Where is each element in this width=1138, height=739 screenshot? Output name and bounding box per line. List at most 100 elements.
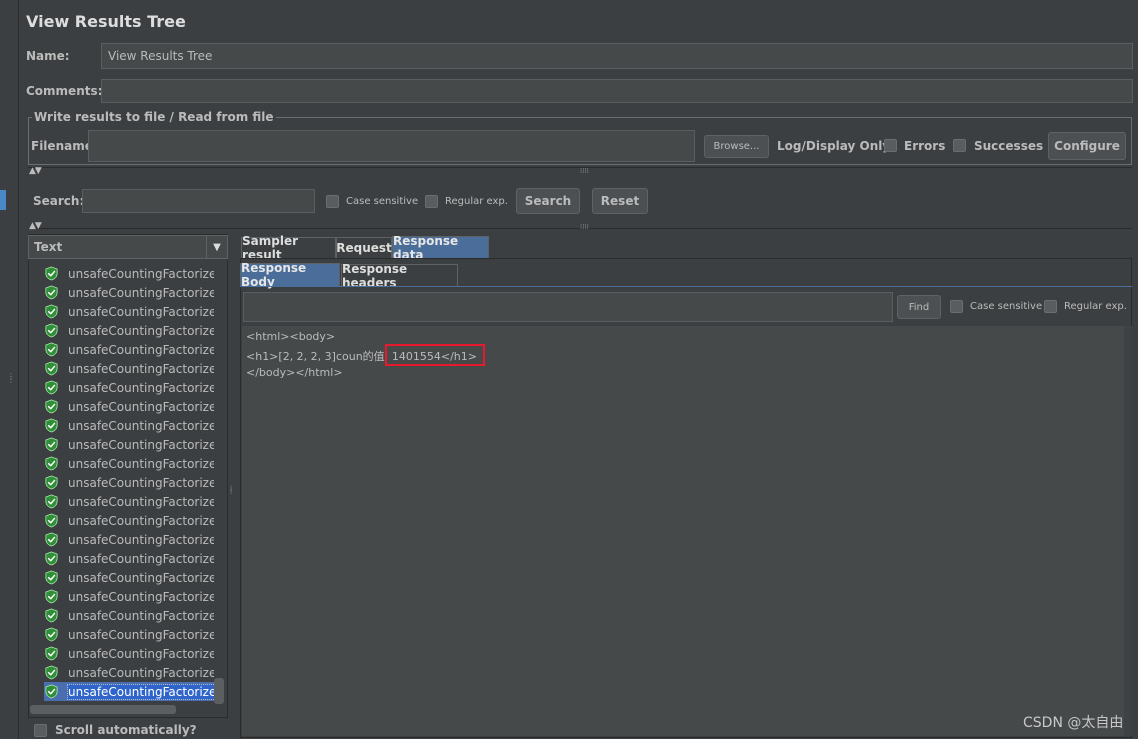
- tab-sampler-result[interactable]: Sampler result: [241, 234, 336, 262]
- tree-item[interactable]: unsafeCountingFactorizer1: [44, 359, 214, 378]
- tree-item[interactable]: unsafeCountingFactorizer1: [44, 340, 214, 359]
- green-shield-check-icon: [44, 361, 59, 376]
- tree-item[interactable]: unsafeCountingFactorizer1: [44, 644, 214, 663]
- tree-item-label: unsafeCountingFactorizer1: [67, 683, 214, 700]
- renderer-select[interactable]: Text ▼: [28, 235, 228, 259]
- find-case-sensitive-label: Case sensitive: [970, 301, 1043, 312]
- left-splitter-grip[interactable]: ⋮ ⋮: [7, 373, 15, 384]
- tree-item-label: unsafeCountingFactorizer1: [68, 380, 214, 395]
- green-shield-check-icon: [44, 342, 59, 357]
- tree-item[interactable]: unsafeCountingFactorizer1: [44, 435, 214, 454]
- tree-item[interactable]: unsafeCountingFactorizer1: [44, 492, 214, 511]
- tree-item[interactable]: unsafeCountingFactorizer1: [44, 473, 214, 492]
- tree-item-label: unsafeCountingFactorizer1: [68, 456, 214, 471]
- tab-request[interactable]: Request: [336, 237, 392, 259]
- green-shield-check-icon: [44, 684, 59, 699]
- tree-item[interactable]: unsafeCountingFactorizer1: [44, 264, 214, 283]
- comments-field[interactable]: [101, 79, 1133, 103]
- filename-field[interactable]: [88, 130, 695, 162]
- tree-item[interactable]: unsafeCountingFactorizer1: [44, 454, 214, 473]
- regular-exp-checkbox[interactable]: [425, 195, 438, 208]
- green-shield-check-icon: [44, 475, 59, 490]
- page-title: View Results Tree: [26, 12, 186, 31]
- tree-item-label: unsafeCountingFactorizer1: [68, 399, 214, 414]
- tree-item-label: unsafeCountingFactorizer1: [68, 285, 214, 300]
- green-shield-check-icon: [44, 551, 59, 566]
- splitter-grip[interactable]: ⁞⁞⁞⁞: [580, 223, 589, 231]
- errors-label: Errors: [904, 139, 946, 153]
- tree-item-label: unsafeCountingFactorizer1: [68, 361, 214, 376]
- find-regular-exp-checkbox[interactable]: [1044, 300, 1057, 313]
- tab-response-data[interactable]: Response data: [392, 234, 489, 262]
- name-field[interactable]: View Results Tree: [101, 43, 1133, 69]
- name-label: Name:: [26, 49, 70, 63]
- tree-item[interactable]: unsafeCountingFactorizer1: [44, 606, 214, 625]
- renderer-select-value: Text: [34, 240, 63, 254]
- green-shield-check-icon: [44, 532, 59, 547]
- tab-response-headers[interactable]: Response headers: [341, 262, 458, 290]
- tree-item[interactable]: unsafeCountingFactorizer1: [44, 302, 214, 321]
- tree-item[interactable]: unsafeCountingFactorizer1: [44, 587, 214, 606]
- response-body-scrollbar[interactable]: [1124, 326, 1132, 736]
- tree-item[interactable]: unsafeCountingFactorizer1: [44, 416, 214, 435]
- collapse-arrows-icon[interactable]: ▲▼: [29, 166, 42, 176]
- tree-item[interactable]: unsafeCountingFactorizer1: [44, 321, 214, 340]
- green-shield-check-icon: [44, 608, 59, 623]
- splitter-grip[interactable]: ⁞⁞⁞⁞: [580, 167, 589, 175]
- tree-horizontal-scrollbar[interactable]: [30, 705, 176, 714]
- regular-exp-label: Regular exp.: [445, 196, 508, 207]
- successes-checkbox[interactable]: [953, 139, 966, 152]
- find-case-sensitive-checkbox[interactable]: [950, 300, 963, 313]
- green-shield-check-icon: [44, 665, 59, 680]
- tree-vertical-scrollbar[interactable]: [214, 678, 224, 704]
- green-shield-check-icon: [44, 266, 59, 281]
- tree-item-label: unsafeCountingFactorizer1: [68, 304, 214, 319]
- search-input[interactable]: [82, 189, 315, 213]
- green-shield-check-icon: [44, 627, 59, 642]
- find-button[interactable]: Find: [897, 295, 941, 319]
- tab-response-body[interactable]: Response Body: [240, 261, 340, 289]
- case-sensitive-checkbox[interactable]: [326, 195, 339, 208]
- tree-item[interactable]: unsafeCountingFactorizer1: [44, 625, 214, 644]
- green-shield-check-icon: [44, 494, 59, 509]
- tree-item[interactable]: unsafeCountingFactorizer1: [44, 663, 214, 682]
- tree-item-label: unsafeCountingFactorizer1: [68, 323, 214, 338]
- successes-label: Successes: [974, 139, 1044, 153]
- search-button[interactable]: Search: [516, 188, 580, 214]
- green-shield-check-icon: [44, 589, 59, 604]
- subtab-underline: [240, 286, 1132, 287]
- tree-item[interactable]: unsafeCountingFactorizer1: [44, 397, 214, 416]
- green-shield-check-icon: [44, 304, 59, 319]
- browse-button[interactable]: Browse...: [704, 135, 769, 158]
- collapse-arrows-icon[interactable]: ▲▼: [29, 221, 42, 231]
- tree-item-label: unsafeCountingFactorizer1: [68, 608, 214, 623]
- tree-item[interactable]: unsafeCountingFactorizer1: [44, 283, 214, 302]
- tree-item[interactable]: unsafeCountingFactorizer1: [44, 682, 214, 701]
- search-label: Search:: [33, 194, 85, 208]
- filename-label: Filename: [31, 139, 93, 153]
- green-shield-check-icon: [44, 399, 59, 414]
- tree-item[interactable]: unsafeCountingFactorizer1: [44, 378, 214, 397]
- response-body-area[interactable]: [242, 326, 1132, 736]
- tree-item[interactable]: unsafeCountingFactorizer1: [44, 530, 214, 549]
- tree-item-label: unsafeCountingFactorizer1: [68, 570, 214, 585]
- green-shield-check-icon: [44, 646, 59, 661]
- left-edge-strip: ⋮ ⋮: [0, 0, 19, 739]
- tree-item[interactable]: unsafeCountingFactorizer1: [44, 549, 214, 568]
- tree-item[interactable]: unsafeCountingFactorizer1: [44, 568, 214, 587]
- log-display-only-label: Log/Display Only:: [777, 139, 895, 153]
- scroll-automatically-label: Scroll automatically?: [55, 723, 197, 737]
- triangle-down-icon[interactable]: ▼: [206, 236, 227, 258]
- errors-checkbox[interactable]: [884, 139, 897, 152]
- scroll-automatically-checkbox[interactable]: [34, 724, 47, 737]
- tree-item[interactable]: unsafeCountingFactorizer1: [44, 511, 214, 530]
- green-shield-check-icon: [44, 513, 59, 528]
- tree-item-label: unsafeCountingFactorizer1: [68, 494, 214, 509]
- reset-button[interactable]: Reset: [592, 188, 648, 214]
- vertical-splitter-grip[interactable]: ⁞ ⁞: [230, 486, 232, 496]
- response-line-1: <html><body>: [246, 330, 336, 343]
- tree-item-label: unsafeCountingFactorizer1: [68, 627, 214, 642]
- configure-button[interactable]: Configure: [1048, 132, 1126, 160]
- find-input[interactable]: [243, 292, 893, 322]
- result-tree[interactable]: unsafeCountingFactorizer1 unsafeCountingF…: [44, 264, 214, 704]
